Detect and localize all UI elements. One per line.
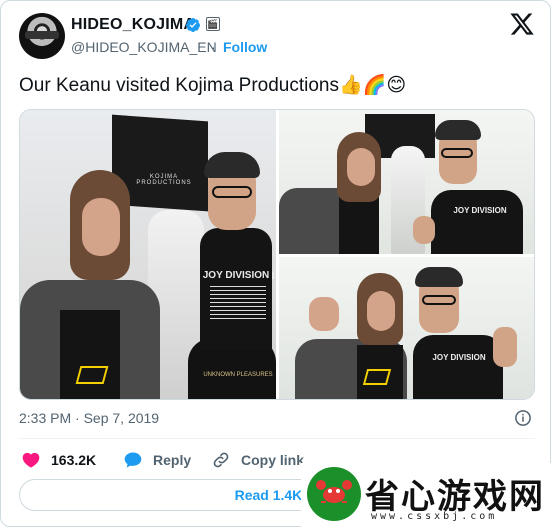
smile-emoji: 😊 xyxy=(386,75,407,96)
like-button[interactable]: 163.2K xyxy=(21,449,96,471)
watermark-url: www.cssxbj.com xyxy=(371,511,498,522)
heart-icon xyxy=(22,452,40,468)
copy-link-button[interactable]: Copy link xyxy=(211,449,304,471)
tweet-text: Our Keanu visited Kojima Productions👍🌈😊 xyxy=(19,73,406,97)
flag-text: KOJIMA PRODUCTIONS xyxy=(136,174,192,186)
tweet-card: HIDEO_KOJIMA 🎬 @HIDEO_KOJIMA_EN · Follow… xyxy=(0,0,551,528)
user-handle[interactable]: @HIDEO_KOJIMA_EN xyxy=(71,39,217,55)
speech-bubble-icon xyxy=(124,452,142,468)
info-icon[interactable] xyxy=(514,409,532,427)
affiliate-badge: 🎬 xyxy=(206,17,220,31)
display-name[interactable]: HIDEO_KOJIMA xyxy=(71,16,195,34)
photo-2[interactable]: JOY DIVISION xyxy=(279,110,534,254)
watermark: 省心游戏网 www.cssxbj.com xyxy=(301,463,551,528)
rainbow-emoji: 🌈 xyxy=(362,75,387,96)
photo-1[interactable]: KOJIMA PRODUCTIONS JOY DIVISION JOY DIVI… xyxy=(20,110,276,399)
thumbs-up-emoji: 👍 xyxy=(339,75,363,96)
reply-label: Reply xyxy=(153,452,192,468)
follow-button[interactable]: Follow xyxy=(223,39,267,55)
x-logo-icon[interactable] xyxy=(509,11,535,37)
photo-3[interactable]: JOY DIVISION xyxy=(279,257,534,399)
like-count: 163.2K xyxy=(51,452,97,468)
crab-icon xyxy=(316,480,352,503)
tweet-body: Our Keanu visited Kojima Productions xyxy=(19,75,339,96)
verified-badge-icon xyxy=(185,18,200,32)
shirt-text: JOY DIVISION xyxy=(432,353,486,362)
separator-dot: · xyxy=(211,39,216,55)
media-grid: KOJIMA PRODUCTIONS JOY DIVISION JOY DIVI… xyxy=(19,109,535,400)
shirt-title: JOY DIVISION xyxy=(202,270,270,281)
reply-button[interactable]: Reply xyxy=(123,449,191,471)
divider xyxy=(19,438,535,439)
tweet-timestamp[interactable]: 2:33 PM · Sep 7, 2019 xyxy=(19,410,159,426)
shirt-text: JOY DIVISION xyxy=(453,206,507,215)
avatar[interactable] xyxy=(19,13,65,59)
shirt-subtitle: UNKNOWN PLEASURES xyxy=(203,372,273,378)
copy-link-label: Copy link xyxy=(241,452,305,468)
link-icon xyxy=(213,452,229,468)
